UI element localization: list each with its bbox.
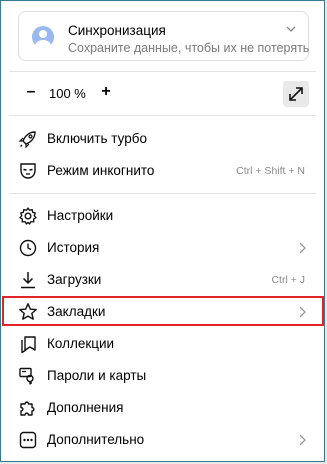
menu-item-passwords[interactable]: Пароли и карты	[1, 360, 324, 392]
star-icon	[19, 303, 37, 320]
menu-item-label: Настройки	[47, 208, 114, 223]
menu-item-collections[interactable]: Коллекции	[1, 328, 324, 360]
divider	[9, 71, 316, 72]
puzzle-icon	[20, 401, 35, 416]
menu-item-settings[interactable]: Настройки	[1, 200, 324, 232]
menu-item-more[interactable]: Дополнительно	[1, 424, 324, 456]
divider	[9, 193, 316, 194]
menu-item-turbo[interactable]: Включить турбо	[1, 123, 324, 155]
menu-item-downloads[interactable]: Загрузки Ctrl + J	[1, 264, 324, 296]
menu-item-incognito[interactable]: Режим инкогнито Ctrl + Shift + N	[1, 155, 324, 187]
rocket-icon	[18, 131, 36, 149]
key-card-icon	[19, 367, 34, 385]
zoom-level: 100 %	[49, 86, 86, 101]
fullscreen-button[interactable]	[283, 81, 309, 107]
chevron-down-icon[interactable]	[286, 24, 296, 34]
zoom-in-button[interactable]: +	[97, 83, 115, 101]
fullscreen-icon	[289, 87, 303, 101]
chevron-right-icon	[299, 434, 306, 446]
shortcut-hint: Ctrl + J	[271, 274, 305, 286]
collections-icon	[21, 336, 36, 354]
menu-item-extensions[interactable]: Дополнения	[1, 392, 324, 424]
menu-item-label: Пароли и карты	[47, 368, 147, 383]
menu-item-label: Режим инкогнито	[47, 163, 155, 178]
shortcut-hint: Ctrl + Shift + N	[236, 165, 305, 177]
clock-icon	[19, 239, 37, 257]
menu-item-label: Закладки	[47, 304, 106, 319]
more-icon	[19, 431, 37, 449]
menu-item-label: История	[47, 240, 100, 255]
sync-subtitle: Сохраните данные, чтобы их не потерять	[68, 41, 310, 55]
zoom-controls: – 100 % +	[1, 79, 324, 109]
chevron-right-icon	[299, 242, 306, 254]
menu-item-bookmarks[interactable]: Закладки	[1, 296, 324, 328]
incognito-mask-icon	[20, 163, 36, 179]
sync-card[interactable]: Синхронизация Сохраните данные, чтобы их…	[18, 11, 309, 61]
menu-item-label: Загрузки	[47, 272, 102, 287]
zoom-out-button[interactable]: –	[22, 83, 40, 101]
gear-icon	[19, 207, 37, 225]
download-icon	[21, 272, 35, 289]
chevron-right-icon	[299, 306, 306, 318]
menu-item-label: Дополнительно	[47, 432, 145, 447]
browser-main-menu: Синхронизация Сохраните данные, чтобы их…	[0, 0, 325, 462]
menu-item-label: Включить турбо	[47, 131, 147, 146]
menu-item-label: Дополнения	[47, 400, 124, 415]
divider	[9, 115, 316, 116]
avatar	[32, 26, 54, 48]
sync-title: Синхронизация	[68, 23, 166, 38]
menu-item-history[interactable]: История	[1, 232, 324, 264]
menu-item-label: Коллекции	[47, 336, 115, 351]
